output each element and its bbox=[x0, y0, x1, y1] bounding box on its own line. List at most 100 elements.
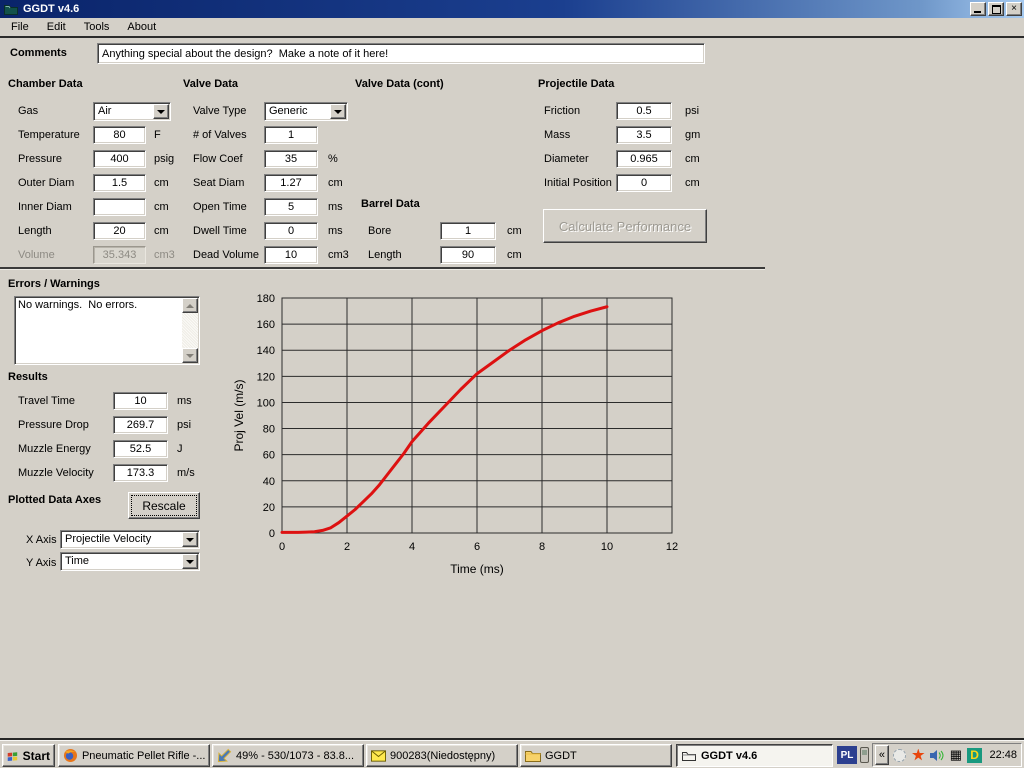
chevron-down-icon[interactable] bbox=[153, 104, 169, 119]
section-title: Projectile Data bbox=[538, 78, 614, 90]
download-accelerator-icon[interactable]: D bbox=[967, 747, 983, 763]
diameter-input[interactable] bbox=[616, 150, 672, 168]
errors-warnings-text: No warnings. No errors. bbox=[18, 299, 179, 312]
chevron-down-icon[interactable] bbox=[330, 104, 346, 119]
y-axis-select[interactable]: Time bbox=[60, 552, 200, 571]
svg-text:40: 40 bbox=[263, 476, 275, 488]
length-input[interactable] bbox=[93, 222, 146, 240]
svg-text:180: 180 bbox=[257, 293, 275, 305]
download-arrow-icon bbox=[217, 748, 232, 763]
muzzle-energy-output bbox=[113, 440, 168, 458]
flow-coef-input[interactable] bbox=[264, 150, 318, 168]
section-title: Valve Data (cont) bbox=[355, 78, 444, 90]
initial-position-input[interactable] bbox=[616, 174, 672, 192]
svg-text:20: 20 bbox=[263, 502, 275, 514]
envelope-icon bbox=[371, 750, 386, 762]
section-title: Valve Data bbox=[183, 78, 238, 90]
x-axis-select[interactable]: Projectile Velocity bbox=[60, 530, 200, 549]
field-label: # of Valves bbox=[193, 126, 247, 144]
field-label: Flow Coef bbox=[193, 150, 243, 168]
speaker-waves-icon[interactable] bbox=[929, 747, 945, 763]
svg-text:160: 160 bbox=[257, 319, 275, 331]
field-label: Inner Diam bbox=[18, 198, 72, 216]
mass-input[interactable] bbox=[616, 126, 672, 144]
dead-volume-input[interactable] bbox=[264, 246, 318, 264]
network-searching-icon[interactable] bbox=[892, 747, 908, 763]
field-unit: m/s bbox=[177, 464, 195, 482]
x-axis-label: X Axis bbox=[26, 531, 57, 549]
app-window: GGDT v4.6 × File Edit Tools About Commen… bbox=[0, 0, 1024, 768]
gas-select[interactable]: Air bbox=[93, 102, 171, 121]
task-messenger-contact[interactable]: 900283(Niedostępny) bbox=[366, 744, 518, 767]
y-axis-label: Y Axis bbox=[26, 554, 56, 572]
errors-warnings-title: Errors / Warnings bbox=[8, 278, 100, 290]
volume-output bbox=[93, 246, 146, 264]
scrollbar[interactable] bbox=[182, 298, 198, 363]
num-valves-input[interactable] bbox=[264, 126, 318, 144]
field-label: Travel Time bbox=[18, 392, 75, 410]
task-ggdt-app-active[interactable]: GGDT v4.6 bbox=[676, 744, 833, 767]
outer-diam-input[interactable] bbox=[93, 174, 146, 192]
section-title: Barrel Data bbox=[361, 198, 420, 210]
scroll-up-button[interactable] bbox=[182, 298, 198, 313]
field-label: Seat Diam bbox=[193, 174, 244, 192]
tray-collapse-chevron[interactable]: « bbox=[875, 745, 889, 765]
field-label: Outer Diam bbox=[18, 174, 74, 192]
start-button[interactable]: Start bbox=[2, 744, 55, 767]
open-time-input[interactable] bbox=[264, 198, 318, 216]
inner-diam-input[interactable] bbox=[93, 198, 146, 216]
menu-file[interactable]: File bbox=[2, 19, 38, 35]
section-title: Chamber Data bbox=[8, 78, 83, 90]
rescale-button[interactable]: Rescale bbox=[128, 492, 200, 519]
field-unit: F bbox=[154, 126, 161, 144]
close-button[interactable]: × bbox=[1006, 2, 1022, 16]
friction-input[interactable] bbox=[616, 102, 672, 120]
field-label: Pressure bbox=[18, 150, 62, 168]
svg-text:60: 60 bbox=[263, 450, 275, 462]
svg-text:10: 10 bbox=[601, 541, 613, 553]
field-unit: cm bbox=[154, 198, 169, 216]
calculate-performance-button[interactable]: Calculate Performance bbox=[543, 209, 707, 243]
svg-text:0: 0 bbox=[279, 541, 285, 553]
antivirus-star-icon[interactable] bbox=[910, 747, 926, 763]
comments-input[interactable] bbox=[97, 43, 705, 64]
task-pneumatic-pellet-rifle[interactable]: Pneumatic Pellet Rifle -... bbox=[58, 744, 210, 767]
language-indicator[interactable]: PL bbox=[837, 746, 857, 764]
comments-label: Comments bbox=[10, 47, 67, 59]
field-label: Muzzle Energy bbox=[18, 440, 91, 458]
chevron-down-icon[interactable] bbox=[182, 532, 198, 547]
field-label: Pressure Drop bbox=[18, 416, 89, 434]
system-tray: « ▦ D 22:48 bbox=[872, 743, 1022, 767]
field-label: Diameter bbox=[544, 150, 589, 168]
valve-type-select[interactable]: Generic bbox=[264, 102, 348, 121]
field-unit: cm bbox=[685, 150, 700, 168]
menu-edit[interactable]: Edit bbox=[38, 19, 75, 35]
tray-clock: 22:48 bbox=[989, 749, 1017, 761]
svg-text:Time (ms): Time (ms) bbox=[450, 562, 504, 576]
task-ggdt-folder[interactable]: GGDT bbox=[520, 744, 672, 767]
scroll-down-button[interactable] bbox=[182, 348, 198, 363]
chevron-down-icon[interactable] bbox=[182, 554, 198, 569]
dwell-time-input[interactable] bbox=[264, 222, 318, 240]
restore-button[interactable] bbox=[988, 2, 1004, 16]
field-unit: cm bbox=[507, 222, 522, 240]
menu-about[interactable]: About bbox=[118, 19, 165, 35]
seat-diam-input[interactable] bbox=[264, 174, 318, 192]
menu-tools[interactable]: Tools bbox=[75, 19, 119, 35]
temperature-input[interactable] bbox=[93, 126, 146, 144]
grid-pattern-icon[interactable]: ▦ bbox=[948, 747, 964, 763]
minimize-button[interactable] bbox=[970, 2, 986, 16]
field-unit: cm3 bbox=[328, 246, 349, 264]
phone-icon[interactable] bbox=[860, 747, 869, 763]
bore-input[interactable] bbox=[440, 222, 496, 240]
svg-text:Proj Vel (m/s): Proj Vel (m/s) bbox=[232, 379, 246, 451]
svg-text:120: 120 bbox=[257, 371, 275, 383]
plotted-axes-title: Plotted Data Axes bbox=[8, 494, 101, 506]
task-download-progress[interactable]: 49% - 530/1073 - 83.8... bbox=[212, 744, 364, 767]
svg-text:80: 80 bbox=[263, 424, 275, 436]
field-label: Length bbox=[368, 246, 402, 264]
pressure-input[interactable] bbox=[93, 150, 146, 168]
barrel-length-input[interactable] bbox=[440, 246, 496, 264]
svg-text:2: 2 bbox=[344, 541, 350, 553]
errors-warnings-box[interactable]: No warnings. No errors. bbox=[14, 296, 200, 365]
